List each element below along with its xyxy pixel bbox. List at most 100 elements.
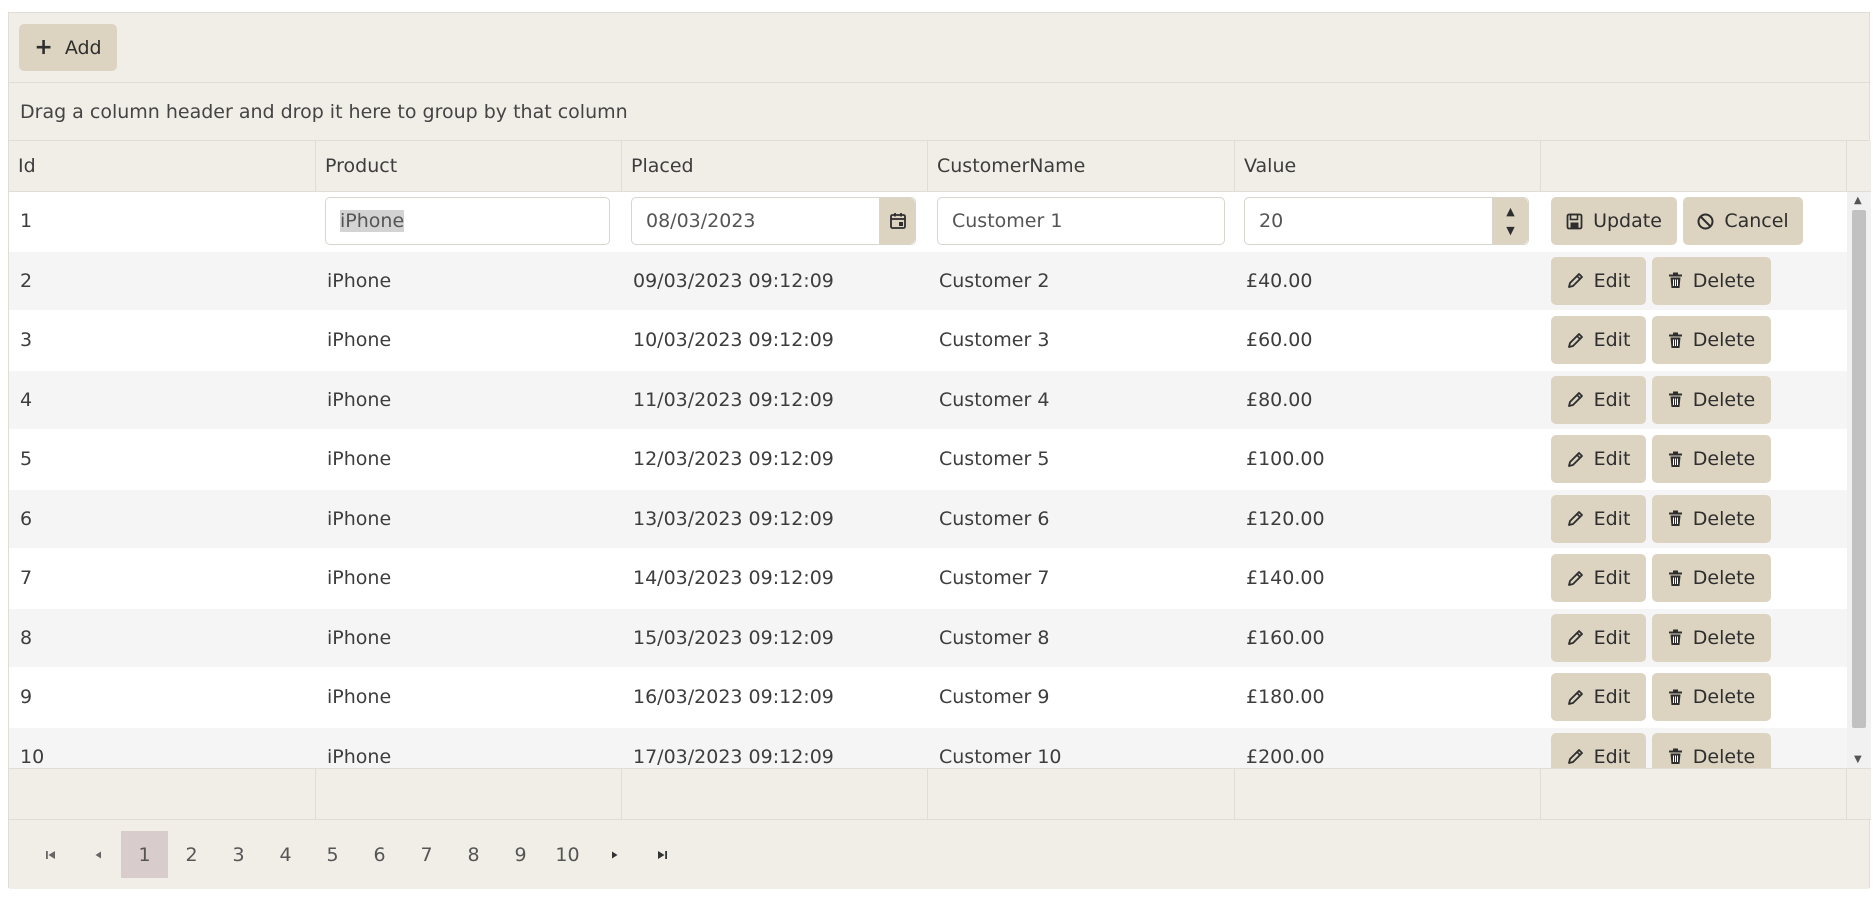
pencil-icon [1567,332,1584,349]
cell-customer: Customer 3 [939,329,1050,352]
header-customer-name[interactable]: CustomerName [928,141,1235,191]
delete-button[interactable]: Delete [1652,554,1771,603]
last-page-button[interactable] [638,831,685,878]
cancel-icon [1697,213,1714,230]
cell-placed: 11/03/2023 09:12:09 [633,388,834,411]
cancel-button[interactable]: Cancel [1683,197,1803,246]
page-number-button[interactable]: 5 [309,831,356,878]
delete-button-label: Delete [1692,269,1756,292]
delete-button[interactable]: Delete [1652,494,1771,543]
save-icon [1566,213,1583,230]
header-scroll-spacer [1847,141,1871,192]
cell-product: iPhone [327,567,392,590]
header-id[interactable]: Id [9,141,316,191]
table-row[interactable]: 10 iPhone 17/03/2023 09:12:09 Customer 10 £2… [9,727,1847,768]
edit-button-label: Edit [1593,626,1631,649]
cell-product: iPhone [327,448,392,471]
edit-button[interactable]: Edit [1551,316,1646,365]
header-product[interactable]: Product [316,141,622,191]
delete-button[interactable]: Delete [1652,673,1771,722]
trash-icon [1668,629,1683,646]
delete-button[interactable]: Delete [1652,435,1771,484]
table-row[interactable]: 6 iPhone 13/03/2023 09:12:09 Customer 6 £120… [9,489,1847,549]
delete-button[interactable]: Delete [1652,613,1771,662]
cell-customer: Customer 1 [928,192,1235,251]
delete-button[interactable]: Delete [1652,316,1771,365]
pencil-icon [1567,391,1584,408]
scrollbar-thumb[interactable] [1852,210,1866,728]
previous-page-button[interactable] [74,831,121,878]
cell-placed: 14/03/2023 09:12:09 [633,567,834,590]
cell-customer: Customer 2 [939,269,1050,292]
group-panel-hint: Drag a column header and drop it here to… [20,100,628,123]
page-number-button[interactable]: 3 [215,831,262,878]
table-row[interactable]: 4 iPhone 11/03/2023 09:12:09 Customer 4 £80.… [9,370,1847,430]
page-number-button[interactable]: 1 [121,831,168,878]
trash-icon [1668,391,1683,408]
add-button[interactable]: + Add [19,24,117,71]
table-row[interactable]: 3 iPhone 10/03/2023 09:12:09 Customer 3 £60.… [9,311,1847,371]
delete-button[interactable]: Delete [1652,256,1771,305]
edit-button-label: Edit [1593,388,1631,411]
value-spinner: ▲ ▼ [1492,198,1528,245]
page-number-button[interactable]: 9 [497,831,544,878]
edit-button[interactable]: Edit [1551,494,1646,543]
cell-product: iPhone [316,192,622,251]
column-headers: Id Product Placed CustomerName Value [9,141,1847,192]
table-row[interactable]: 7 iPhone 14/03/2023 09:12:09 Customer 7 £140… [9,549,1847,609]
update-button[interactable]: Update [1551,197,1677,246]
product-input[interactable]: iPhone [325,197,610,246]
cell-product: iPhone [327,507,392,530]
page-number-button[interactable]: 10 [544,831,591,878]
cell-value: £140.00 [1246,567,1325,590]
table-row[interactable]: 8 iPhone 15/03/2023 09:12:09 Customer 8 £160… [9,608,1847,668]
cell-product: iPhone [327,388,392,411]
customer-name-input[interactable]: Customer 1 [937,197,1225,246]
scroll-up-icon[interactable]: ▲ [1854,195,1862,206]
cell-customer: Customer 7 [939,567,1050,590]
delete-button[interactable]: Delete [1652,732,1771,768]
page-number-button[interactable]: 6 [356,831,403,878]
edit-button[interactable]: Edit [1551,732,1646,768]
cell-id: 8 [20,626,33,649]
first-page-button[interactable] [27,831,74,878]
trash-icon [1668,689,1683,706]
cell-id: 2 [20,269,33,292]
increase-arrow-icon[interactable]: ▲ [1506,205,1514,218]
table-row-editing: 1 iPhone 08/03/2023 Customer 1 20 ▲ ▼ Up… [9,192,1847,252]
table-row[interactable]: 5 iPhone 12/03/2023 09:12:09 Customer 5 £100… [9,430,1847,490]
edit-button[interactable]: Edit [1551,613,1646,662]
vertical-scrollbar[interactable]: ▲ ▼ [1847,192,1871,768]
page-number-button[interactable]: 7 [403,831,450,878]
page-number-button[interactable]: 4 [262,831,309,878]
value-numeric-input[interactable]: 20 ▲ ▼ [1244,197,1529,246]
edit-button[interactable]: Edit [1551,435,1646,484]
next-page-button[interactable] [591,831,638,878]
delete-button-label: Delete [1692,745,1756,768]
cell-placed: 10/03/2023 09:12:09 [633,329,834,352]
group-panel[interactable]: Drag a column header and drop it here to… [9,83,1869,141]
cell-commands: Edit Delete [1541,371,1847,430]
edit-button[interactable]: Edit [1551,256,1646,305]
trash-icon [1668,570,1683,587]
placed-date-input[interactable]: 08/03/2023 [631,197,916,246]
page-number-button[interactable]: 8 [450,831,497,878]
table-row[interactable]: 2 iPhone 09/03/2023 09:12:09 Customer 2 £40.… [9,251,1847,311]
edit-button[interactable]: Edit [1551,375,1646,424]
scroll-down-icon[interactable]: ▼ [1854,754,1862,765]
cell-value: £180.00 [1246,686,1325,709]
page-number-button[interactable]: 2 [168,831,215,878]
header-value[interactable]: Value [1235,141,1541,191]
table-row[interactable]: 9 iPhone 16/03/2023 09:12:09 Customer 9 £180… [9,668,1847,728]
trash-icon [1668,332,1683,349]
pencil-icon [1567,570,1584,587]
edit-button[interactable]: Edit [1551,673,1646,722]
delete-button[interactable]: Delete [1652,375,1771,424]
cell-customer: Customer 4 [939,388,1050,411]
edit-button[interactable]: Edit [1551,554,1646,603]
first-page-icon [45,850,55,859]
decrease-arrow-icon[interactable]: ▼ [1506,224,1514,237]
header-placed[interactable]: Placed [622,141,928,191]
edit-button-label: Edit [1593,745,1631,768]
calendar-icon[interactable] [879,198,915,245]
